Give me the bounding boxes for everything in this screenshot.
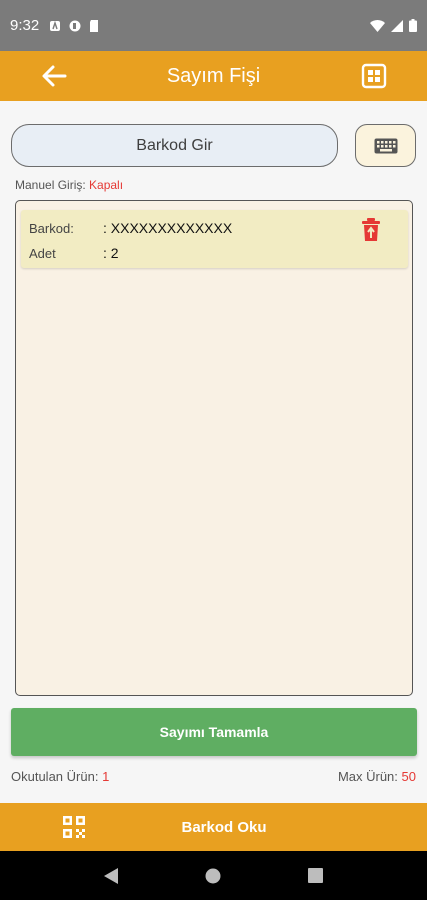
trash-icon[interactable] — [361, 218, 381, 242]
battery-icon — [409, 19, 417, 32]
quantity-label: Adet — [29, 245, 56, 261]
quantity-value: : 2 — [103, 245, 119, 261]
manual-entry-value: Kapalı — [89, 178, 124, 192]
barcode-input[interactable] — [11, 124, 338, 167]
scan-barcode-button[interactable]: Barkod Oku — [150, 803, 298, 851]
scan-frame-icon[interactable] — [361, 63, 387, 89]
circle-home-icon — [205, 868, 221, 883]
status-bar: 9:32 — [0, 0, 427, 51]
max-label: Max Ürün: — [337, 769, 398, 784]
notification-p-icon — [69, 20, 81, 31]
keyboard-button[interactable] — [355, 124, 416, 167]
complete-count-button[interactable]: Sayımı Tamamla — [11, 708, 417, 756]
scanned-label: Okutulan Ürün: — [11, 769, 99, 784]
bottom-action-bar: Barkod Oku — [0, 803, 427, 851]
notification-icons — [49, 19, 100, 32]
list-item[interactable]: Barkod: : XXXXXXXXXXXXX Adet : 2 — [21, 210, 408, 268]
scanned-count: Okutulan Ürün: 1 — [11, 769, 109, 784]
wifi-icon — [370, 19, 385, 32]
page-title: Sayım Fişi — [166, 64, 261, 87]
status-time: 9:32 — [10, 17, 40, 34]
sd-card-icon — [90, 19, 99, 32]
system-nav-bar — [0, 851, 427, 900]
square-recents-icon — [308, 868, 324, 883]
quantity-row: Adet : 2 — [29, 245, 119, 261]
signal-icon — [391, 19, 403, 32]
keyboard-icon — [374, 138, 397, 153]
manual-entry-status: Manuel Giriş: Kapalı — [15, 178, 123, 192]
manual-entry-label: Manuel Giriş: — [15, 178, 86, 192]
nav-home-button[interactable] — [202, 865, 224, 887]
back-arrow-icon[interactable] — [40, 62, 68, 90]
nav-back-button[interactable] — [100, 865, 122, 887]
app-bar: Sayım Fişi — [0, 51, 427, 101]
barcode-value: : XXXXXXXXXXXXX — [103, 220, 233, 236]
max-value: 50 — [401, 769, 416, 784]
max-count: Max Ürün: 50 — [338, 769, 416, 784]
barcode-label: Barkod: — [29, 220, 74, 236]
nav-recents-button[interactable] — [305, 865, 327, 887]
scanned-items-list[interactable]: Barkod: : XXXXXXXXXXXXX Adet : 2 — [15, 200, 413, 696]
qr-code-icon[interactable] — [63, 816, 85, 838]
status-right-icons — [370, 19, 417, 32]
barcode-row: Barkod: : XXXXXXXXXXXXX — [29, 220, 232, 236]
triangle-back-icon — [104, 867, 119, 884]
scanned-value: 1 — [102, 769, 110, 784]
notification-a-icon — [50, 20, 61, 31]
